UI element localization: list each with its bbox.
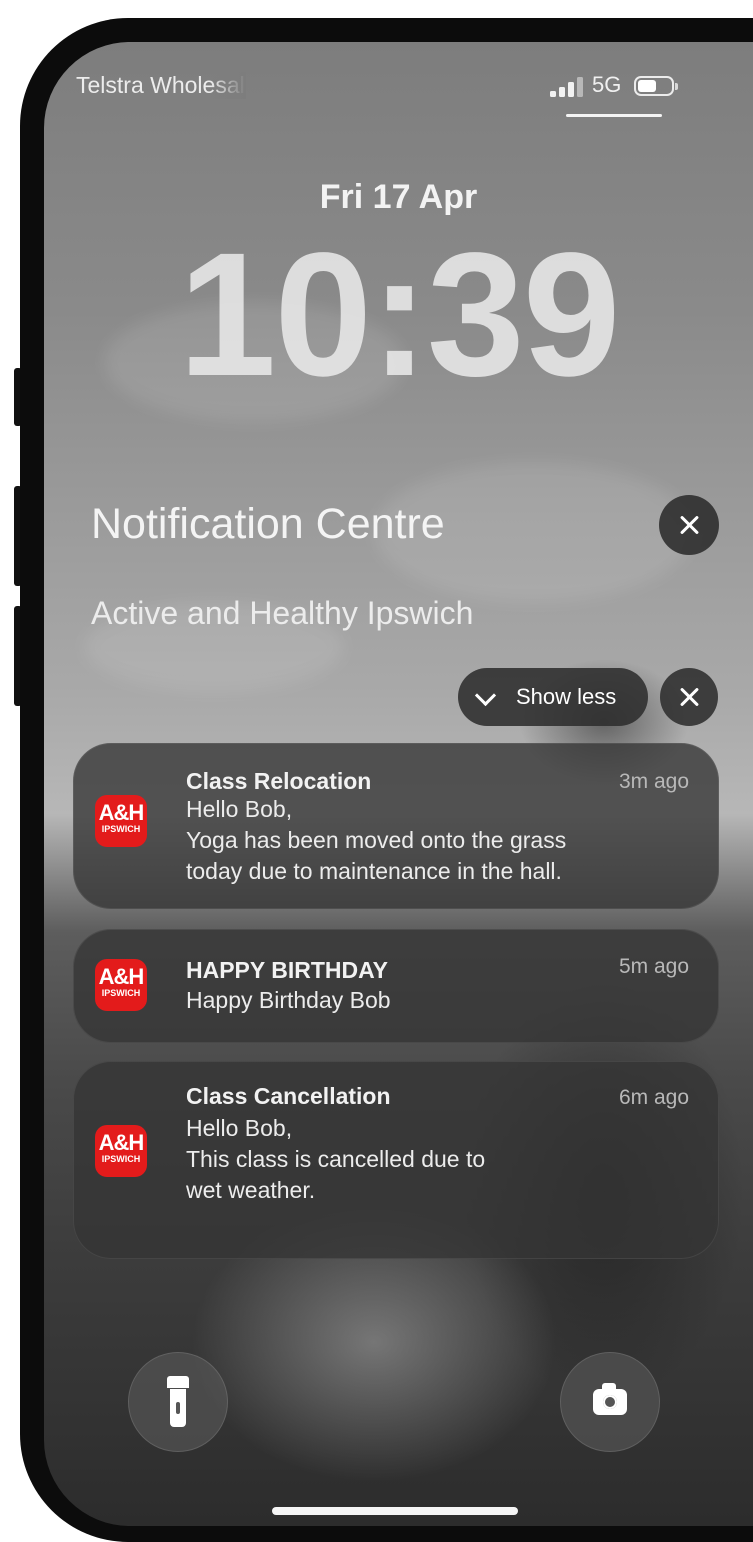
control-centre-indicator[interactable]: [566, 114, 662, 117]
app-icon-subtext: IPSWICH: [101, 988, 141, 998]
app-icon-subtext: IPSWICH: [101, 1154, 141, 1164]
flashlight-icon: [167, 1376, 189, 1428]
notification-time: 5m ago: [618, 955, 689, 978]
camera-button[interactable]: [560, 1352, 660, 1452]
app-icon: A&H IPSWICH: [95, 795, 147, 847]
app-icon: A&H IPSWICH: [95, 959, 147, 1011]
notification-title: Class Relocation: [186, 768, 372, 794]
notification-line: Hello Bob,: [186, 796, 293, 822]
camera-icon: [593, 1383, 627, 1415]
notification-line: Happy Birthday Bob: [186, 987, 391, 1013]
app-icon: A&H IPSWICH: [95, 1125, 147, 1177]
notification-title: HAPPY BIRTHDAY: [186, 957, 388, 983]
notification-line: This class is cancelled due to: [186, 1146, 486, 1172]
network-type: 5G: [592, 72, 622, 97]
notification-card[interactable]: A&H IPSWICH Class Relocation 3m ago Hell…: [73, 743, 719, 909]
notification-card[interactable]: A&H IPSWICH Class Cancellation 6m ago He…: [73, 1061, 719, 1259]
signal-icon: [550, 77, 584, 97]
app-icon-subtext: IPSWICH: [101, 824, 141, 834]
notification-centre-title: Notification Centre: [91, 500, 445, 548]
status-bar: Telstra Wholesale 5G: [44, 42, 753, 132]
show-less-button[interactable]: Show less: [458, 668, 648, 726]
notification-line: today due to maintenance in the hall.: [186, 858, 562, 884]
notification-body: Happy Birthday Bob: [186, 985, 391, 1016]
flashlight-button[interactable]: [128, 1352, 228, 1452]
clear-group-button[interactable]: [660, 668, 718, 726]
home-indicator[interactable]: [272, 1507, 518, 1515]
notification-line: Hello Bob,: [186, 1115, 293, 1141]
clear-all-button[interactable]: [659, 495, 719, 555]
notification-time: 3m ago: [618, 770, 689, 793]
battery-icon: [634, 76, 678, 96]
lock-screen: Telstra Wholesale 5G Fri 17 Apr 10:39 No…: [44, 42, 753, 1526]
app-icon-logo: A&H: [98, 800, 145, 825]
app-group-title: Active and Healthy Ipswich: [91, 595, 474, 631]
app-icon-logo: A&H: [98, 964, 145, 989]
close-icon: [678, 686, 700, 708]
chevron-down-icon: [474, 684, 497, 707]
app-icon-logo: A&H: [98, 1130, 145, 1155]
show-less-label: Show less: [516, 684, 617, 709]
notification-card[interactable]: A&H IPSWICH HAPPY BIRTHDAY 5m ago Happy …: [73, 929, 719, 1043]
close-icon: [678, 514, 700, 536]
lock-time: 10:39: [178, 217, 620, 413]
notification-body: Hello Bob, This class is cancelled due t…: [186, 1113, 485, 1206]
notification-line: wet weather.: [186, 1177, 316, 1203]
notification-body: Hello Bob, Yoga has been moved onto the …: [186, 794, 566, 887]
notification-line: Yoga has been moved onto the grass: [186, 827, 567, 853]
notification-title: Class Cancellation: [186, 1083, 391, 1109]
lock-date: Fri 17 Apr: [319, 178, 478, 216]
carrier-name: Telstra Wholesale: [76, 72, 246, 99]
notification-time: 6m ago: [618, 1086, 689, 1109]
